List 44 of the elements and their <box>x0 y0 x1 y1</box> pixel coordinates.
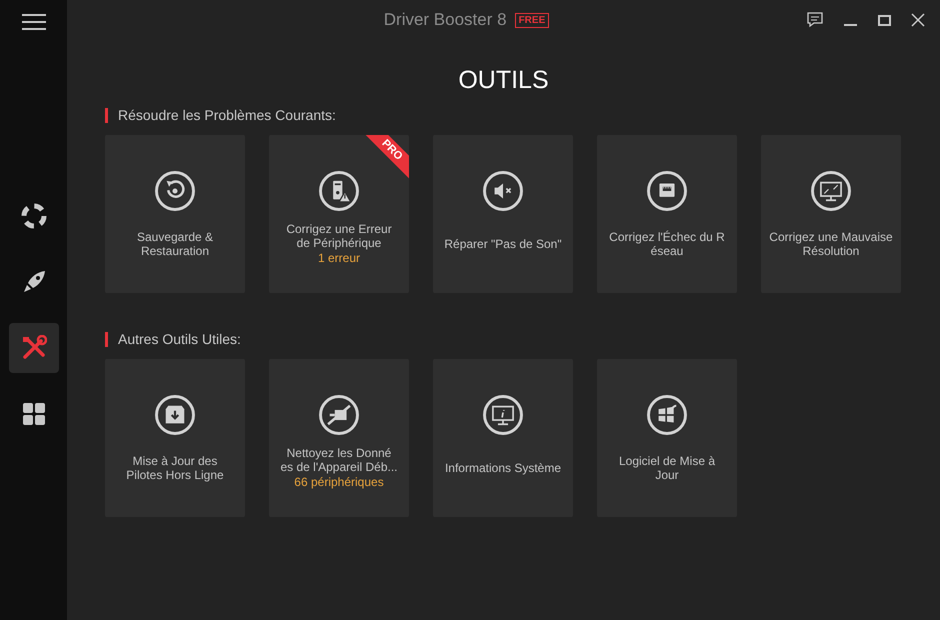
edition-tag: FREE <box>514 12 550 28</box>
section-heading: Résoudre les Problèmes Courants: <box>118 106 336 124</box>
card-label: Corrigez une Erreur <box>286 222 392 236</box>
system-info-icon <box>482 394 524 436</box>
card-label: es de l'Appareil Déb... <box>280 460 398 474</box>
device-error-icon <box>318 170 360 212</box>
card-label: de Périphérique <box>296 236 382 250</box>
card-label: Informations Système <box>444 460 562 474</box>
tool-card[interactable]: Mise à Jour des Pilotes Hors Ligne <box>105 359 245 517</box>
window-title: Driver Booster 8 <box>384 9 507 32</box>
tool-card[interactable]: Corrigez une Mauvaise Résolution <box>761 135 901 293</box>
network-icon <box>646 170 688 212</box>
card-label: Corrigez une Mauvaise <box>769 230 893 244</box>
tool-card[interactable]: Corrigez l'Échec du R éseau <box>597 135 737 293</box>
card-label: Logiciel de Mise à <box>618 454 716 468</box>
card-label: Restauration <box>140 244 210 258</box>
page-title: OUTILS <box>458 65 549 95</box>
card-label: Pilotes Hors Ligne <box>126 468 224 482</box>
tools-icon <box>20 335 46 361</box>
resolution-icon <box>810 170 852 212</box>
tool-card[interactable]: Sauvegarde & Restauration <box>105 135 245 293</box>
section-heading: Autres Outils Utiles: <box>118 330 241 348</box>
card-label: Résolution <box>802 244 860 258</box>
card-status: 66 périphériques <box>294 474 384 490</box>
clean-icon <box>318 394 360 436</box>
software-update-icon <box>646 394 688 436</box>
restore-icon <box>154 170 196 212</box>
card-label: Jour <box>655 468 679 482</box>
lifebuoy-icon <box>20 203 46 229</box>
tool-card[interactable]: Informations Système <box>433 359 573 517</box>
card-label: Mise à Jour des <box>132 454 218 468</box>
grid-icon <box>22 402 46 426</box>
offline-update-icon <box>154 394 196 436</box>
card-label: Nettoyez les Donné <box>286 446 392 460</box>
no-sound-icon <box>482 170 524 212</box>
card-label: éseau <box>650 244 684 258</box>
menu-icon[interactable] <box>22 13 46 31</box>
tool-card[interactable]: Réparer "Pas de Son" <box>433 135 573 293</box>
card-label: Corrigez l'Échec du R <box>609 230 725 244</box>
card-status: 1 erreur <box>318 250 360 266</box>
card-label: Réparer "Pas de Son" <box>444 236 562 250</box>
tool-card[interactable]: Logiciel de Mise à Jour <box>597 359 737 517</box>
tool-card[interactable]: Nettoyez les Donné es de l'Appareil Déb... 66 périphériques <box>269 359 409 517</box>
card-label: Sauvegarde & <box>136 230 214 244</box>
